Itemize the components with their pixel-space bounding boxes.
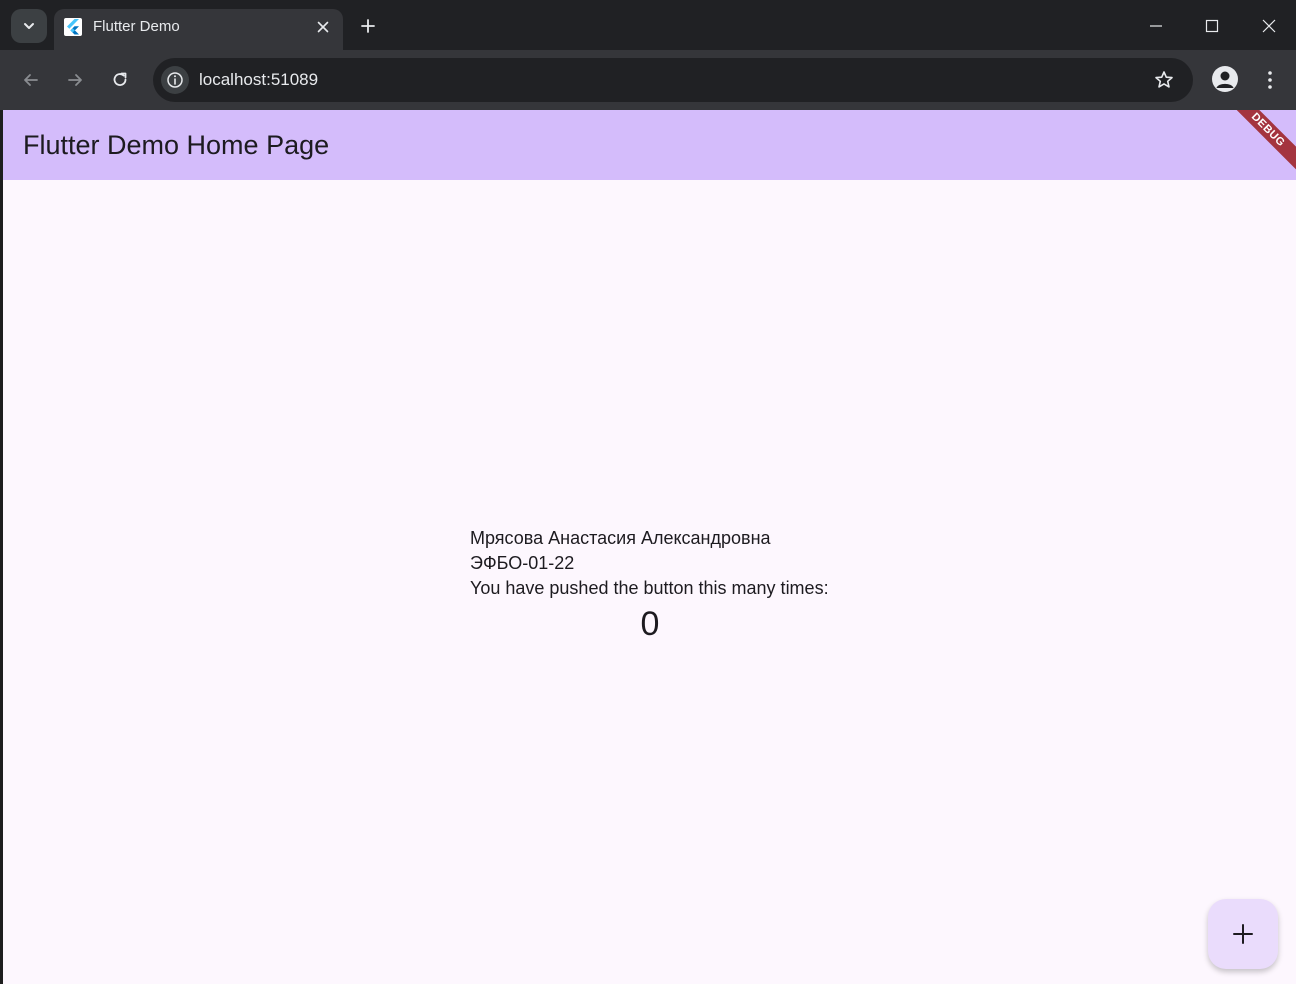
content-column: Мрясова Анастасия Александровна ЭФБО-01-… (470, 526, 850, 643)
tab-flutter-demo[interactable]: Flutter Demo (54, 9, 343, 50)
back-button[interactable] (16, 65, 46, 95)
url-text[interactable]: localhost:51089 (199, 70, 318, 90)
debug-banner: DEBUG (1221, 110, 1296, 177)
maximize-button[interactable] (1198, 12, 1226, 40)
new-tab-button[interactable] (355, 13, 381, 39)
arrow-left-icon (24, 74, 38, 86)
flutter-app: Flutter Demo Home Page DEBUG Мрясова Ана… (3, 110, 1296, 984)
chevron-down-icon (24, 23, 34, 29)
plus-icon (1233, 924, 1253, 944)
app-bar: Flutter Demo Home Page DEBUG (3, 110, 1296, 180)
address-bar[interactable]: localhost:51089 (153, 58, 1193, 102)
browser-toolbar: localhost:51089 (0, 50, 1296, 110)
counter-value: 0 (640, 605, 660, 643)
tab-title: Flutter Demo (93, 18, 180, 35)
browser-window: Flutter Demo localhost:51089 Flutter Dem… (0, 0, 1296, 984)
increment-button[interactable] (1208, 899, 1278, 969)
more-vertical-icon (1268, 71, 1272, 89)
app-bar-title: Flutter Demo Home Page (23, 130, 330, 160)
student-group: ЭФБО-01-22 (470, 553, 575, 573)
plus-icon (361, 19, 375, 33)
tab-strip: Flutter Demo (0, 0, 1296, 50)
close-icon (317, 21, 329, 33)
arrow-right-icon (68, 74, 82, 86)
browser-menu-button[interactable] (1258, 65, 1282, 95)
forward-button[interactable] (60, 65, 90, 95)
maximize-icon (1205, 19, 1219, 33)
reload-button[interactable] (105, 65, 135, 95)
close-icon (1262, 19, 1276, 33)
minimize-button[interactable] (1142, 12, 1170, 40)
profile-avatar-icon[interactable] (1212, 66, 1238, 92)
info-icon (167, 72, 183, 88)
tab-search-button[interactable] (11, 9, 47, 43)
minimize-icon (1150, 25, 1162, 27)
site-info-button[interactable] (161, 66, 189, 94)
bookmark-button[interactable] (1153, 69, 1175, 91)
reload-icon (113, 72, 127, 86)
star-icon (1155, 71, 1173, 88)
flutter-logo-icon (64, 18, 82, 36)
student-name: Мрясова Анастасия Александровна (470, 528, 771, 548)
close-window-button[interactable] (1255, 12, 1283, 40)
counter-label: You have pushed the button this many tim… (470, 578, 829, 598)
tab-close-button[interactable] (313, 17, 333, 37)
